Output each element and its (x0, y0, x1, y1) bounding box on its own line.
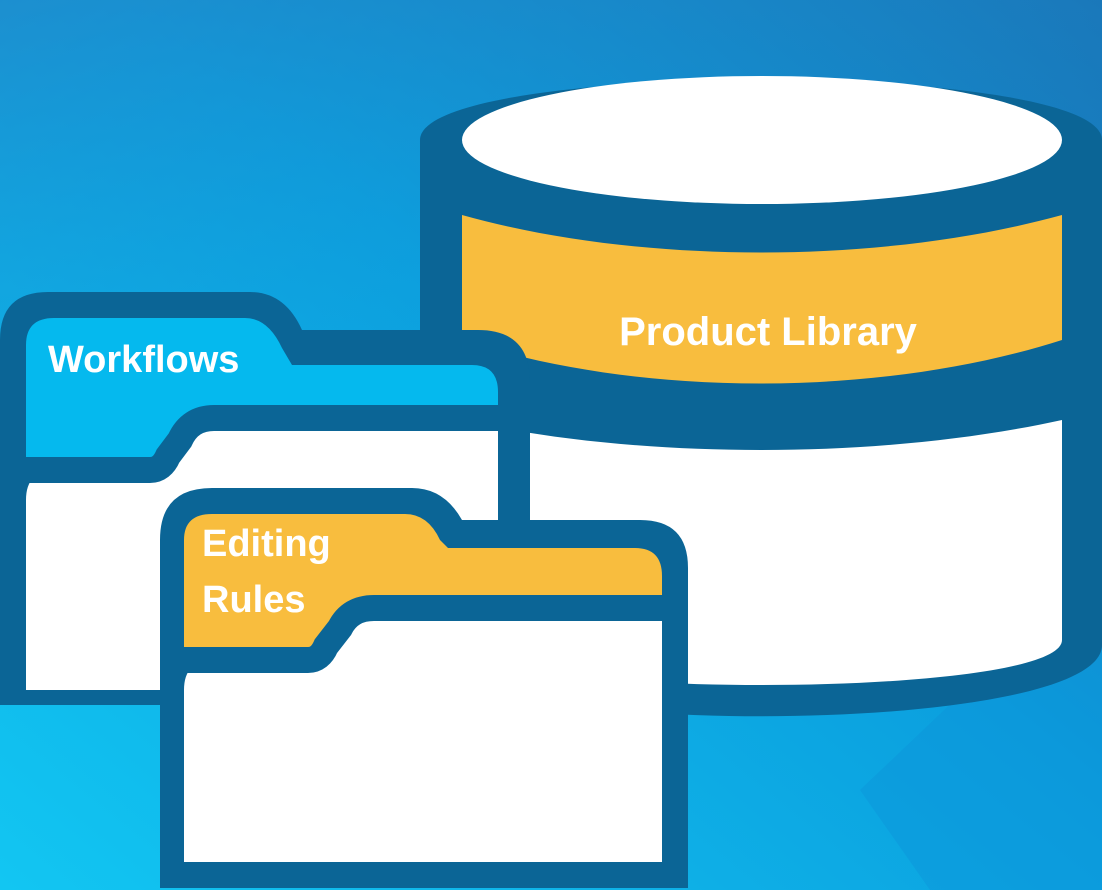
database-top (462, 76, 1062, 204)
folder-icon: Editing Rules (160, 488, 688, 888)
blue-folder-label: Workflows (48, 339, 239, 381)
diagram-svg: Product Library Workflows Editing Rules (0, 0, 1102, 890)
database-label: Product Library (619, 310, 918, 354)
orange-folder-label-line2: Rules (202, 579, 305, 621)
diagram-canvas: Product Library Workflows Editing Rules (0, 0, 1102, 890)
orange-folder-label-line1: Editing (202, 523, 331, 565)
